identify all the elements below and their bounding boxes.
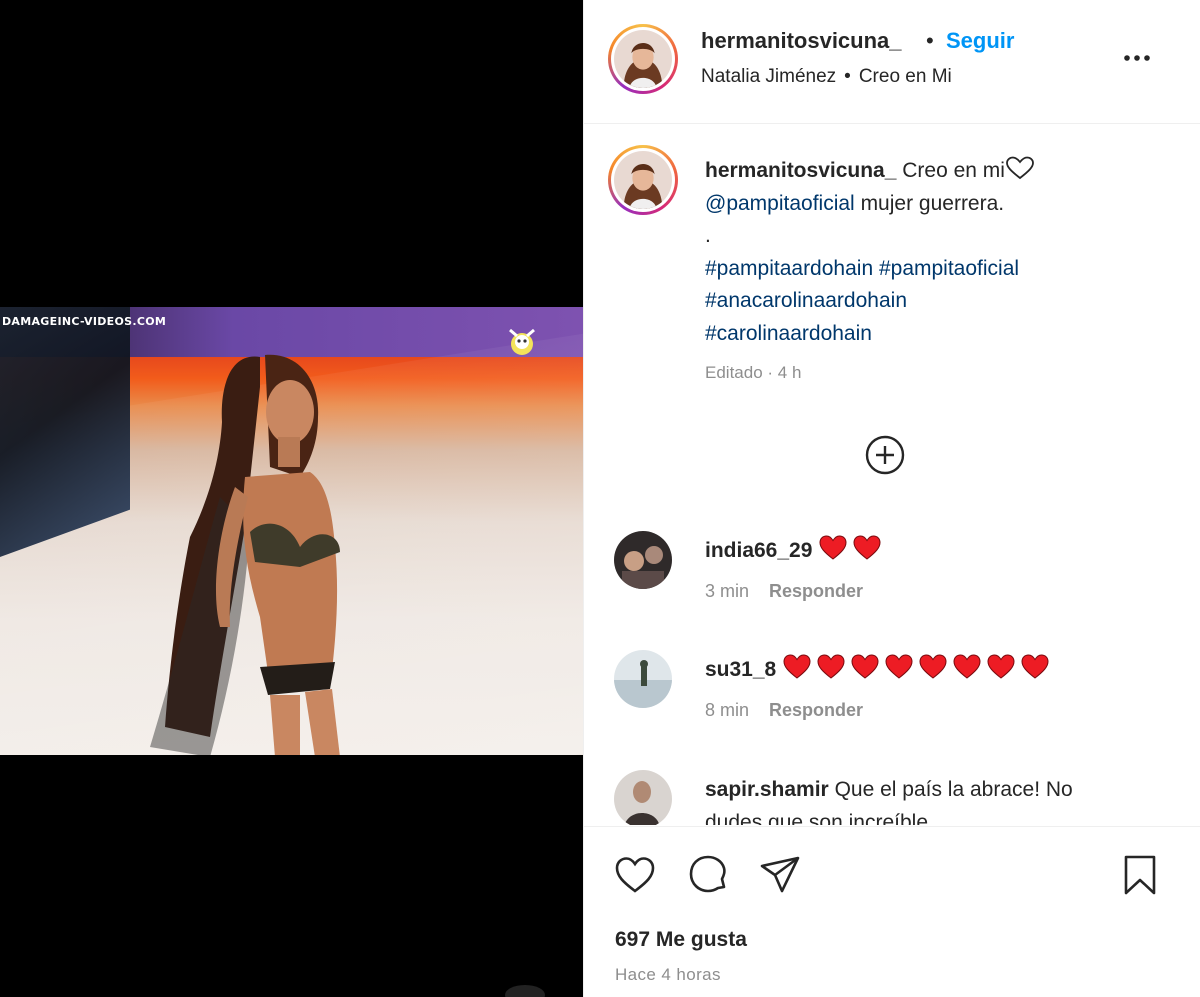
post-actions: 697 Me gusta Hace 4 horas: [584, 826, 1200, 997]
red-heart-emoji-icon: [817, 654, 845, 679]
comment-username[interactable]: sapir.shamir: [705, 778, 829, 801]
comment-text: sapir.shamir Que el país la abrace! No d…: [705, 773, 1073, 825]
reply-button[interactable]: Responder: [769, 581, 863, 601]
video-control-blur: [505, 985, 545, 997]
post-time: Hace 4 horas: [615, 965, 721, 984]
comment-text: india66_29: [705, 534, 886, 563]
comment-text: su31_8: [705, 653, 1054, 682]
reply-button[interactable]: Responder: [769, 700, 863, 720]
caption-line-2: @pampitaoficial mujer guerrera.: [705, 188, 1175, 221]
plus-circle-icon[interactable]: [864, 434, 906, 476]
post-header: hermanitosvicuna_ • Seguir Natalia Jimén…: [584, 0, 1200, 124]
avatar-photo: [614, 531, 672, 589]
red-heart-emoji-icon: [851, 654, 879, 679]
red-heart-emoji-icon: [819, 535, 847, 560]
caption-avatar[interactable]: [608, 145, 678, 215]
caption-dot-line: .: [705, 224, 711, 247]
comment-hearts: [818, 535, 886, 562]
comment-username[interactable]: india66_29: [705, 539, 812, 562]
hashtag-link[interactable]: #pampitaoficial: [879, 257, 1019, 280]
red-heart-emoji-icon: [1021, 654, 1049, 679]
commenter-avatar[interactable]: [614, 770, 672, 825]
comment-body-line-2: dudes que son increíble: [705, 811, 928, 825]
avatar-photo: [614, 30, 672, 88]
author-username[interactable]: hermanitosvicuna_: [701, 28, 902, 54]
heart-outline-icon[interactable]: [613, 853, 657, 897]
avatar-photo: [614, 650, 672, 708]
more-horizontal-icon[interactable]: [1119, 44, 1155, 72]
video-watermark: DAMAGEINC-VIDEOS.COM: [2, 315, 167, 328]
caption-mention[interactable]: @pampitaoficial: [705, 192, 855, 215]
audio-artist[interactable]: Natalia Jiménez: [701, 66, 836, 87]
audio-title[interactable]: Creo en Mi: [859, 66, 952, 87]
caption-line-1: hermanitosvicuna_ Creo en mi: [705, 155, 1175, 188]
hashtag-link[interactable]: #pampitaardohain: [705, 257, 873, 280]
likes-count[interactable]: 697 Me gusta: [615, 928, 747, 952]
comment-body: Que el país la abrace! No: [834, 778, 1073, 801]
red-heart-emoji-icon: [987, 654, 1015, 679]
runway-model-figure: [150, 354, 340, 755]
red-heart-emoji-icon: [783, 654, 811, 679]
comment-time: 3 min: [705, 581, 750, 601]
comment-time: 8 min: [705, 700, 750, 720]
commenter-avatar[interactable]: [614, 650, 672, 708]
red-heart-emoji-icon: [953, 654, 981, 679]
red-heart-emoji-icon: [853, 535, 881, 560]
comments-list[interactable]: india66_29 3 min Responder su31_8 8 min …: [584, 520, 1200, 825]
audio-separator: •: [844, 66, 851, 87]
caption-username[interactable]: hermanitosvicuna_: [705, 159, 896, 182]
post-media[interactable]: DAMAGEINC-VIDEOS.COM: [0, 0, 583, 997]
red-heart-emoji-icon: [885, 654, 913, 679]
comment-meta: 3 min Responder: [705, 581, 863, 602]
red-heart-emoji-icon: [919, 654, 947, 679]
caption-text-2: mujer guerrera.: [860, 191, 1005, 215]
comment-icon[interactable]: [686, 853, 730, 897]
avatar-photo: [614, 151, 672, 209]
caption-hashtags-line: #pampitaardohain #pampitaoficial: [705, 253, 1175, 286]
video-frame[interactable]: DAMAGEINC-VIDEOS.COM: [0, 307, 583, 755]
hashtag-link[interactable]: #carolinaardohain: [705, 322, 872, 345]
audio-info[interactable]: Natalia Jiménez • Creo en Mi: [701, 66, 952, 88]
caption-text: Creo en mi: [902, 159, 1005, 182]
commenter-avatar[interactable]: [614, 531, 672, 589]
author-avatar[interactable]: [608, 24, 678, 94]
header-separator: •: [926, 28, 934, 53]
caption-meta: Editado · 4 h: [705, 363, 802, 382]
avatar-photo: [614, 770, 672, 825]
channel-logo-icon: [509, 328, 535, 355]
heart-outline-emoji-icon: [1006, 156, 1034, 180]
comment-username[interactable]: su31_8: [705, 658, 776, 681]
hashtag-link[interactable]: #anacarolinaardohain: [705, 289, 907, 312]
share-paper-plane-icon[interactable]: [758, 853, 802, 897]
post-sidebar: hermanitosvicuna_ • Seguir Natalia Jimén…: [583, 0, 1200, 997]
follow-button[interactable]: Seguir: [946, 28, 1014, 54]
comment-meta: 8 min Responder: [705, 700, 863, 721]
comment-hearts: [782, 654, 1054, 681]
post-caption: hermanitosvicuna_ Creo en mi @pampitaofi…: [705, 155, 1175, 350]
bookmark-icon[interactable]: [1118, 853, 1162, 897]
